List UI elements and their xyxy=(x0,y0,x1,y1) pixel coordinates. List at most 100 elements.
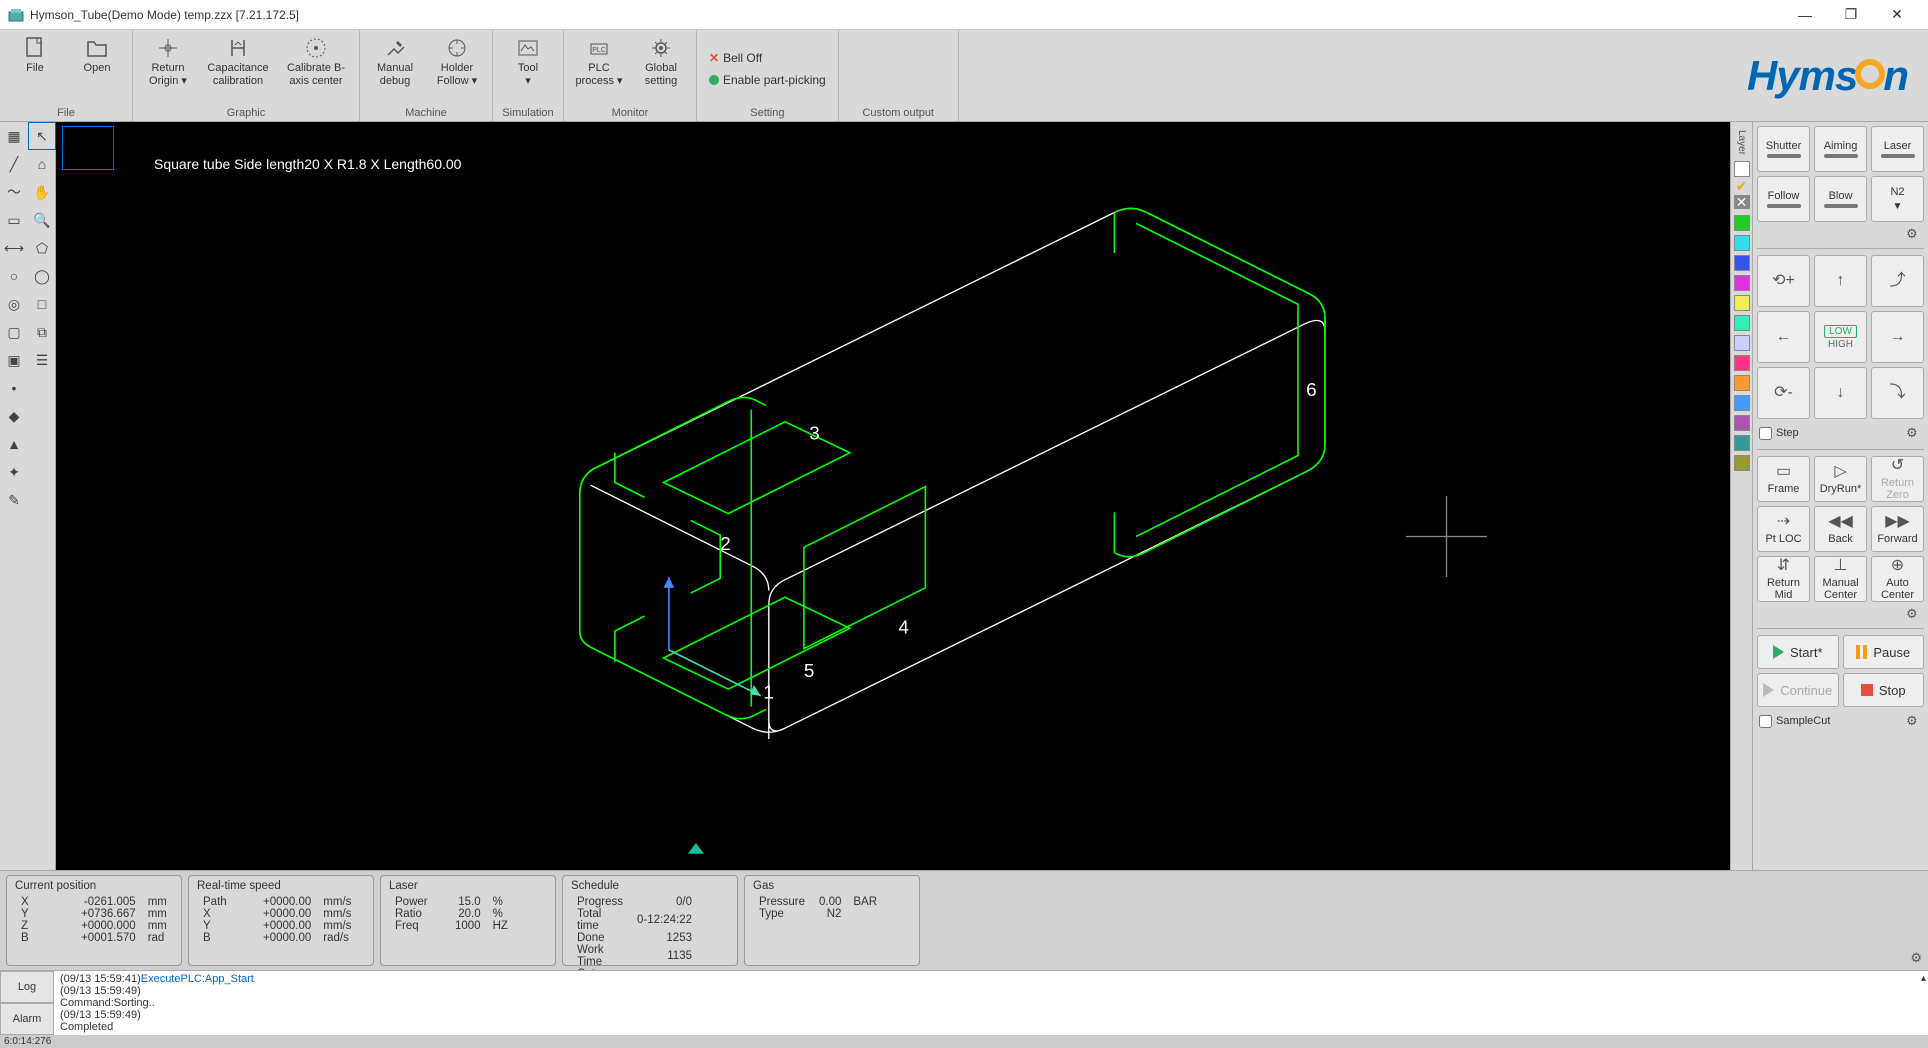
start-button[interactable]: Start* xyxy=(1757,635,1839,669)
manual-center-button[interactable]: ⊥Manual Center xyxy=(1814,556,1867,602)
return-zero-button[interactable]: ↺Return Zero xyxy=(1871,456,1924,502)
pen-icon[interactable]: ✎ xyxy=(1,487,27,513)
square-icon[interactable]: □ xyxy=(29,291,55,317)
minimize-button[interactable]: — xyxy=(1782,0,1828,30)
gear-icon[interactable]: ⚙ xyxy=(1906,713,1922,729)
file-button[interactable]: File xyxy=(4,32,66,91)
dryrun-button[interactable]: ▷DryRun* xyxy=(1814,456,1867,502)
layer-swatch[interactable] xyxy=(1734,275,1750,291)
check-icon[interactable]: ✔ xyxy=(1736,179,1748,193)
bell-off-toggle[interactable]: ✕ Bell Off xyxy=(701,47,770,69)
rotate-ccw-button[interactable]: ⟲+ xyxy=(1757,255,1810,307)
dot-icon[interactable]: • xyxy=(1,375,27,401)
manual-debug-button[interactable]: Manual debug xyxy=(364,32,426,91)
auto-center-button[interactable]: ⊕Auto Center xyxy=(1871,556,1924,602)
node-icon[interactable]: ⌂ xyxy=(29,151,55,177)
jog-up-button[interactable]: ↑ xyxy=(1814,255,1867,307)
scroll-up-icon[interactable]: ▴ xyxy=(1921,973,1926,984)
layer-strip: Layer ✔ ✕ xyxy=(1730,122,1752,870)
calibrate-b-button[interactable]: Calibrate B-axis center xyxy=(277,32,355,91)
rotate-cw-button[interactable]: ⟳- xyxy=(1757,367,1810,419)
jog-down-button[interactable]: ↓ xyxy=(1814,367,1867,419)
layer-swatch[interactable] xyxy=(1734,435,1750,451)
ptloc-button[interactable]: ⇢Pt LOC xyxy=(1757,506,1810,552)
n2-button[interactable]: N2▼ xyxy=(1871,176,1924,222)
gear-icon[interactable]: ⚙ xyxy=(1910,950,1922,965)
layer-swatch[interactable] xyxy=(1734,235,1750,251)
dim-icon[interactable]: ⟷ xyxy=(1,235,27,261)
log-content[interactable]: ▴ (09/13 15:59:41)ExecutePLC:App_Start(0… xyxy=(54,971,1928,1035)
maximize-button[interactable]: ❐ xyxy=(1828,0,1874,30)
layer-swatch[interactable] xyxy=(1734,355,1750,371)
layer-swatch[interactable] xyxy=(1734,161,1750,177)
follow-button[interactable]: Follow xyxy=(1757,176,1810,222)
close-button[interactable]: ✕ xyxy=(1874,0,1920,30)
tab-alarm[interactable]: Alarm xyxy=(0,1003,54,1035)
capacitance-cal-button[interactable]: Capacitance calibration xyxy=(199,32,277,91)
point-icon[interactable]: ✦ xyxy=(1,459,27,485)
poly-icon[interactable]: ⬠ xyxy=(29,235,55,261)
laser-button[interactable]: Laser xyxy=(1871,126,1924,172)
layer-swatch[interactable] xyxy=(1734,255,1750,271)
frame-button[interactable]: ▭Frame xyxy=(1757,456,1810,502)
workspace: ▦ ╱ ～ ▭ ⟷ ○ ◎ ▢ ▣ • ◆ ▲ ✦ ✎ ↖ ⌂ ✋ 🔍 ⬠ ◯ … xyxy=(0,122,1928,870)
layer-swatch[interactable] xyxy=(1734,315,1750,331)
gear-icon[interactable]: ⚙ xyxy=(1906,425,1922,441)
return-origin-button[interactable]: Return Origin ▾ xyxy=(137,32,199,91)
gear-icon[interactable]: ⚙ xyxy=(1906,606,1922,622)
back-button[interactable]: ◀◀Back xyxy=(1814,506,1867,552)
zoom-icon[interactable]: 🔍 xyxy=(29,207,55,233)
grid-icon[interactable]: ▦ xyxy=(1,123,27,149)
layer-swatch[interactable] xyxy=(1734,375,1750,391)
layer-swatch[interactable] xyxy=(1734,215,1750,231)
layer-swatch[interactable] xyxy=(1734,335,1750,351)
blow-button[interactable]: Blow xyxy=(1814,176,1867,222)
open-button[interactable]: Open xyxy=(66,32,128,91)
flame-icon[interactable]: ▲ xyxy=(1,431,27,457)
z-up-button[interactable]: ⤴ xyxy=(1871,255,1924,307)
gear-icon[interactable]: ⚙ xyxy=(1906,226,1922,242)
stack-icon[interactable]: ☰ xyxy=(29,347,55,373)
return-mid-button[interactable]: ⇵Return Mid xyxy=(1757,556,1810,602)
tool-button[interactable]: Tool▾ xyxy=(497,32,559,91)
layer-swatch[interactable] xyxy=(1734,295,1750,311)
canvas-viewport[interactable]: Square tube Side length20 X R1.8 X Lengt… xyxy=(56,122,1730,870)
pause-button[interactable]: Pause xyxy=(1843,635,1925,669)
copy-icon[interactable]: ⧉ xyxy=(29,319,55,345)
z-down-button[interactable]: ⤵ xyxy=(1871,367,1924,419)
frame-icon: ▭ xyxy=(1776,463,1791,481)
svg-text:2: 2 xyxy=(720,534,731,555)
hand-icon[interactable]: ✋ xyxy=(29,179,55,205)
multi-icon[interactable]: ▣ xyxy=(1,347,27,373)
target-icon[interactable]: ◎ xyxy=(1,291,27,317)
stop-button[interactable]: Stop xyxy=(1843,673,1925,707)
aiming-button[interactable]: Aiming xyxy=(1814,126,1867,172)
global-setting-button[interactable]: Global setting xyxy=(630,32,692,91)
step-checkbox[interactable] xyxy=(1759,427,1772,440)
circle-icon[interactable]: ○ xyxy=(1,263,27,289)
continue-button[interactable]: Continue xyxy=(1757,673,1839,707)
tab-log[interactable]: Log xyxy=(0,971,54,1003)
layer-swatch[interactable] xyxy=(1734,455,1750,471)
part-picking-toggle[interactable]: Enable part-picking xyxy=(701,69,834,91)
rect-icon[interactable]: ▭ xyxy=(1,207,27,233)
samplecut-checkbox[interactable] xyxy=(1759,715,1772,728)
jog-right-button[interactable]: → xyxy=(1871,311,1924,363)
layer-swatch[interactable] xyxy=(1734,395,1750,411)
shutter-button[interactable]: Shutter xyxy=(1757,126,1810,172)
holder-follow-button[interactable]: Holder Follow ▾ xyxy=(426,32,488,91)
layer-swatch[interactable] xyxy=(1734,415,1750,431)
speed-toggle-button[interactable]: LOWHIGH xyxy=(1814,311,1867,363)
svg-text:4: 4 xyxy=(898,618,909,639)
box-icon[interactable]: ▢ xyxy=(1,319,27,345)
forward-button[interactable]: ▶▶Forward xyxy=(1871,506,1924,552)
svg-text:3: 3 xyxy=(809,423,820,444)
plc-process-button[interactable]: PLC PLC process ▾ xyxy=(568,32,630,91)
curve-icon[interactable]: ～ xyxy=(1,179,27,205)
jog-left-button[interactable]: ← xyxy=(1757,311,1810,363)
x-icon[interactable]: ✕ xyxy=(1734,195,1750,209)
cursor-icon[interactable]: ↖ xyxy=(29,123,55,149)
drop-icon[interactable]: ◆ xyxy=(1,403,27,429)
ring-icon[interactable]: ◯ xyxy=(29,263,55,289)
line-icon[interactable]: ╱ xyxy=(1,151,27,177)
